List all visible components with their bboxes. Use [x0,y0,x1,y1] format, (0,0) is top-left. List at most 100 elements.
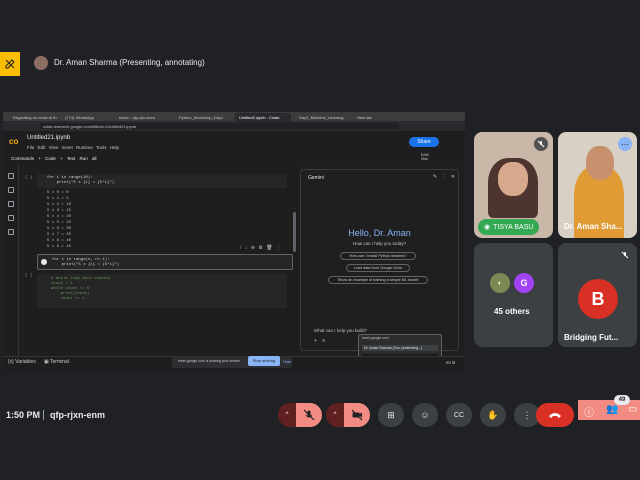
pen-off-icon[interactable] [0,52,20,76]
cell-bracket: [ ] [25,176,33,180]
chat-icon[interactable]: ▭ [628,404,637,415]
menu-edit[interactable]: Edit [38,145,46,150]
gemini-content: Gemini ✎ ⋮ ✕ Hello, Dr. Aman How can I h… [300,170,459,352]
browser-tab[interactable]: Regarding no news re th [9,113,57,121]
address-bar[interactable]: colab.research.google.com/#fileId=1Untit… [39,123,399,129]
present-icon: ⊞ [387,409,395,420]
info-icon[interactable]: ⓘ [584,404,594,419]
gemini-controls: ✎ ⋮ ✕ [433,174,455,180]
browser-tab[interactable]: Inbox - qfp-rjxn-enm [115,113,171,121]
present-button[interactable]: ⊞ [378,403,404,427]
gemini-input-tools: + ≡ [314,338,325,344]
captions-button[interactable]: CC [446,403,472,427]
meeting-code: qfp-rjxn-enm [50,410,105,420]
variables-tab[interactable]: {x} Variables [8,359,36,365]
browser-tab[interactable]: Day2_Machine_Learning [295,113,351,121]
mic-toggle-button[interactable] [296,403,322,427]
commands-button[interactable]: Commands [11,156,34,161]
suggestion-chip[interactable]: Load data from Google Drive [346,264,410,272]
colab-logo-icon: co [9,137,19,146]
cell-code[interactable]: for i in range(10): print("5 x {i} = {5*… [37,174,287,188]
mic-options-chevron-icon[interactable]: ^ [278,403,296,427]
notebook-title[interactable]: Untitled21.ipynb [27,135,70,141]
participant-name: TISYA BASU [493,223,534,231]
browser-tab[interactable]: Python_Workshop_Day1 [175,113,231,121]
camera-off-icon [351,409,363,421]
move-down-icon[interactable]: ↓ [245,245,248,251]
code-cell-active[interactable]: for i in range(n, n+,t): print("5 x {i} … [37,254,293,270]
run-cell-icon[interactable] [41,259,47,265]
leave-call-button[interactable] [536,403,574,427]
camera-options-chevron-icon[interactable]: ^ [326,403,344,427]
terminal-tab[interactable]: ▣ Terminal [44,359,69,365]
link-icon[interactable]: ⊖ [251,245,255,251]
gemini-prompt-input[interactable]: What can I help you build? [314,328,367,333]
avatar: B [578,279,618,319]
menu-insert[interactable]: Insert [62,145,73,150]
more-options-icon[interactable]: ⋯ [618,137,632,151]
meeting-time: 1:50 PM [6,410,41,420]
variables-icon[interactable] [8,201,14,207]
folder-icon[interactable] [8,229,14,235]
mic-off-icon [618,248,632,262]
toc-icon[interactable] [8,173,14,179]
menu-tools[interactable]: Tools [96,145,107,150]
participant-count-badge: 49 [614,395,630,405]
menu-help[interactable]: Help [110,145,119,150]
cell-code[interactable]: # while loop with counter count = 1 whil… [37,274,287,305]
edit-icon[interactable]: ✎ [433,174,437,180]
colab-toolbar: Commands + Code + Text Run all [11,156,97,161]
browser-tab[interactable]: New tab [353,113,383,121]
people-icon[interactable]: 👥 [606,404,618,415]
participant-tile-others[interactable]: ◐ G 45 others [474,243,553,347]
variables-label: Variables [15,359,36,365]
add-code-button[interactable]: + Code [38,156,56,161]
suggestion-chip[interactable]: Show an example of training a simple ML … [328,276,428,284]
code-cell[interactable]: # while loop with counter count = 1 whil… [37,274,287,308]
divider [43,410,44,420]
avatar: ◐ [490,273,510,293]
cell-code[interactable]: for i in range(n, n+,t): print("5 x {i} … [38,255,292,271]
browser-tab[interactable]: (774) WhatsApp [61,113,109,121]
menu-runtime[interactable]: Runtime [76,145,93,150]
move-up-icon[interactable]: ↑ [239,245,242,251]
code-cell[interactable]: for i in range(10): print("5 x {i} = {5*… [37,174,287,188]
speaking-icon: ◉ [484,224,491,231]
notebook-scrollbar[interactable] [293,212,296,252]
secrets-icon[interactable] [8,215,14,221]
tune-icon[interactable]: ≡ [322,338,325,344]
more-icon[interactable]: ⋮ [441,174,446,180]
avatar: G [514,273,534,293]
run-all-button[interactable]: Run all [80,156,97,161]
presenter-label: Dr. Aman Sharma (Presenting, annotating) [54,58,205,67]
stop-sharing-button[interactable]: Stop sharing [248,356,280,366]
ram-disk-indicator[interactable]: RAM Disk [421,153,429,161]
others-count: 45 others [494,307,530,316]
colab-menubar: File Edit View Insert Runtime Tools Help [27,145,119,150]
terminal-label: Terminal [50,359,69,365]
settings-icon[interactable]: ⚙ [258,245,262,251]
gemini-title: Gemini [308,175,324,181]
menu-file[interactable]: File [27,145,34,150]
menu-view[interactable]: View [49,145,59,150]
emoji-button[interactable]: ☺ [412,403,438,427]
cell-output: 5 x 0 = 0 5 x 1 = 5 5 x 2 = 10 5 x 3 = 1… [47,191,72,249]
mic-off-icon [303,409,315,421]
participant-face [498,162,528,196]
add-icon[interactable]: + [314,338,317,344]
add-text-button[interactable]: + Text [60,156,75,161]
raise-hand-button[interactable]: ✋ [480,403,506,427]
presenter-avatar [34,56,48,70]
delete-icon[interactable]: 🗑 [266,245,272,251]
suggestion-chip[interactable]: How can I install Python libraries? [340,252,416,260]
share-button[interactable]: Share [409,137,439,147]
gemini-subtitle: How can I help you today? [352,241,407,246]
search-icon[interactable] [8,187,14,193]
hide-button[interactable]: Hide [283,359,291,364]
close-icon[interactable]: ✕ [451,174,455,180]
camera-toggle-button[interactable] [344,403,370,427]
more-icon[interactable]: ⋮ [276,245,281,251]
participant-name: Dr. Aman Sha... [564,222,623,231]
gemini-hello: Hello, Dr. Aman [348,228,411,238]
browser-tab-active[interactable]: Untitled2.ipynb - Colab [235,113,291,121]
